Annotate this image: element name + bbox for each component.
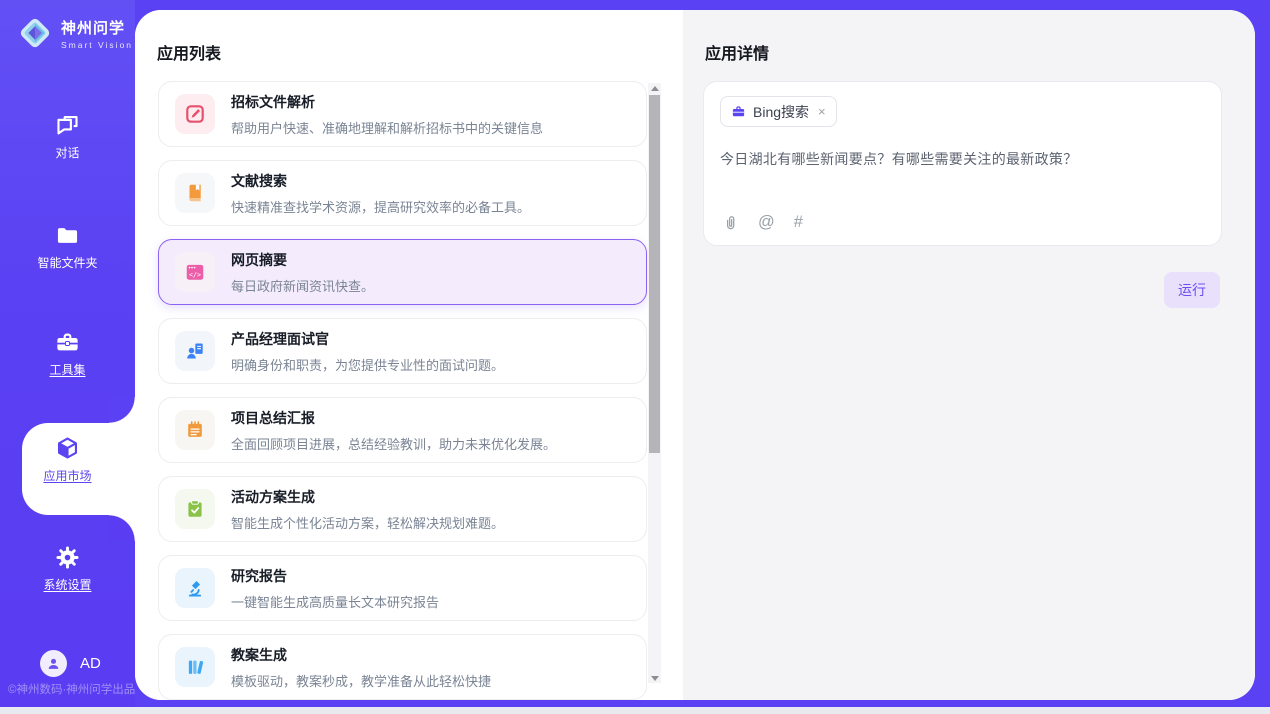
app-description: 全面回顾项目进展，总结经验教训，助力未来优化发展。 <box>231 434 556 453</box>
app-card-event-plan-generator[interactable]: 活动方案生成 智能生成个性化活动方案，轻松解决规划难题。 <box>158 476 647 542</box>
app-list-scrollbar[interactable] <box>648 83 661 683</box>
user-account[interactable]: AD <box>40 650 101 677</box>
app-description: 快速精准查找学术资源，提高研究效率的必备工具。 <box>231 197 530 216</box>
app-name: 活动方案生成 <box>231 487 504 507</box>
sidebar-item-toolset[interactable]: 工具集 <box>0 329 135 378</box>
app-name: 产品经理面试官 <box>231 329 504 349</box>
sidebar: 神州问学 Smart Vision 对话 智能文件夹 工具集 <box>0 0 135 707</box>
composer-card[interactable]: Bing搜索 × 今日湖北有哪些新闻要点？有哪些需要关注的最新政策？ @ # <box>703 81 1222 246</box>
sidebar-item-label: 对话 <box>55 144 79 161</box>
app-name: 教案生成 <box>231 645 491 665</box>
brand-logo: 神州问学 Smart Vision <box>16 14 133 52</box>
pen-square-icon <box>175 94 215 134</box>
sidebar-item-app-market[interactable]: 应用市场 <box>0 435 135 484</box>
copyright-footer: ©神州数码·神州问学出品 <box>8 681 135 697</box>
tool-chip-bing-search[interactable]: Bing搜索 × <box>720 96 837 127</box>
active-nav-curve-bottom <box>109 515 135 541</box>
interviewer-icon <box>175 331 215 371</box>
app-card-lesson-plan-generator[interactable]: 教案生成 模板驱动，教案秒成，教学准备从此轻松快捷 <box>158 634 647 700</box>
sidebar-item-label: 系统设置 <box>43 576 91 593</box>
query-text[interactable]: 今日湖北有哪些新闻要点？有哪些需要关注的最新政策？ <box>720 149 1205 169</box>
app-detail-panel: 应用详情 Bing搜索 × 今日湖北有哪些新闻要点？有哪些需要关注的最新政策？ … <box>683 10 1255 700</box>
sidebar-item-settings[interactable]: 系统设置 <box>0 544 135 593</box>
app-name: 招标文件解析 <box>231 92 543 112</box>
app-card-bid-document-parsing[interactable]: 招标文件解析 帮助用户快速、准确地理解和解析招标书中的关键信息 <box>158 81 647 147</box>
app-card-pm-interviewer[interactable]: 产品经理面试官 明确身份和职责，为您提供专业性的面试问题。 <box>158 318 647 384</box>
clipboard-check-icon <box>175 489 215 529</box>
run-button[interactable]: 运行 <box>1164 272 1220 308</box>
mention-icon[interactable]: @ <box>758 213 775 232</box>
gear-icon <box>54 544 81 571</box>
book-icon <box>175 173 215 213</box>
paperclip-icon[interactable] <box>722 214 739 231</box>
folder-icon <box>54 222 81 249</box>
sidebar-item-label: 智能文件夹 <box>37 254 97 271</box>
app-detail-title: 应用详情 <box>705 40 769 64</box>
app-card-research-report[interactable]: 研究报告 一键智能生成高质量长文本研究报告 <box>158 555 647 621</box>
active-nav-curve-top <box>109 397 135 423</box>
app-card-literature-search[interactable]: 文献搜索 快速精准查找学术资源，提高研究效率的必备工具。 <box>158 160 647 226</box>
brand-name: 神州问学 <box>61 17 133 38</box>
tool-chip-label: Bing搜索 <box>753 102 809 122</box>
composer-toolbar: @ # <box>722 213 803 232</box>
app-name: 研究报告 <box>231 566 439 586</box>
app-description: 帮助用户快速、准确地理解和解析招标书中的关键信息 <box>231 118 543 137</box>
sidebar-item-label: 工具集 <box>49 361 85 378</box>
sidebar-item-smart-folders[interactable]: 智能文件夹 <box>0 222 135 271</box>
hashtag-icon[interactable]: # <box>794 213 803 232</box>
browser-code-icon: </> <box>175 252 215 292</box>
scroll-up-arrow-icon[interactable] <box>648 83 661 93</box>
app-list: 招标文件解析 帮助用户快速、准确地理解和解析招标书中的关键信息 文献搜索 快速精… <box>158 81 647 700</box>
window-bottom-strip <box>0 707 1270 714</box>
app-card-webpage-summary[interactable]: </> 网页摘要 每日政府新闻资讯快查。 <box>158 239 647 305</box>
sidebar-item-label: 应用市场 <box>43 467 91 484</box>
app-list-title: 应用列表 <box>157 40 221 64</box>
main-container: 应用列表 招标文件解析 帮助用户快速、准确地理解和解析招标书中的关键信息 <box>135 10 1255 700</box>
app-name: 文献搜索 <box>231 171 530 191</box>
brand-subtitle: Smart Vision <box>61 40 133 50</box>
app-description: 明确身份和职责，为您提供专业性的面试问题。 <box>231 355 504 374</box>
brand-diamond-icon <box>16 14 54 52</box>
books-icon <box>175 647 215 687</box>
chip-close-icon[interactable]: × <box>818 105 826 118</box>
chat-icon <box>54 112 81 139</box>
microscope-icon <box>175 568 215 608</box>
app-description: 智能生成个性化活动方案，轻松解决规划难题。 <box>231 513 504 532</box>
app-name: 网页摘要 <box>231 250 374 270</box>
app-description: 一键智能生成高质量长文本研究报告 <box>231 592 439 611</box>
briefcase-icon <box>731 104 746 119</box>
avatar <box>40 650 67 677</box>
cube-icon <box>54 435 81 462</box>
app-card-project-summary[interactable]: 项目总结汇报 全面回顾项目进展，总结经验教训，助力未来优化发展。 <box>158 397 647 463</box>
svg-text:</>: </> <box>189 271 201 279</box>
scrollbar-thumb[interactable] <box>649 95 660 453</box>
app-list-panel: 应用列表 招标文件解析 帮助用户快速、准确地理解和解析招标书中的关键信息 <box>135 10 683 700</box>
app-description: 模板驱动，教案秒成，教学准备从此轻松快捷 <box>231 671 491 690</box>
scroll-down-arrow-icon[interactable] <box>648 673 661 683</box>
app-name: 项目总结汇报 <box>231 408 556 428</box>
user-initials: AD <box>80 655 101 672</box>
sidebar-item-chat[interactable]: 对话 <box>0 112 135 161</box>
app-description: 每日政府新闻资讯快查。 <box>231 276 374 295</box>
person-icon <box>45 655 62 672</box>
report-note-icon <box>175 410 215 450</box>
toolbox-icon <box>54 329 81 356</box>
